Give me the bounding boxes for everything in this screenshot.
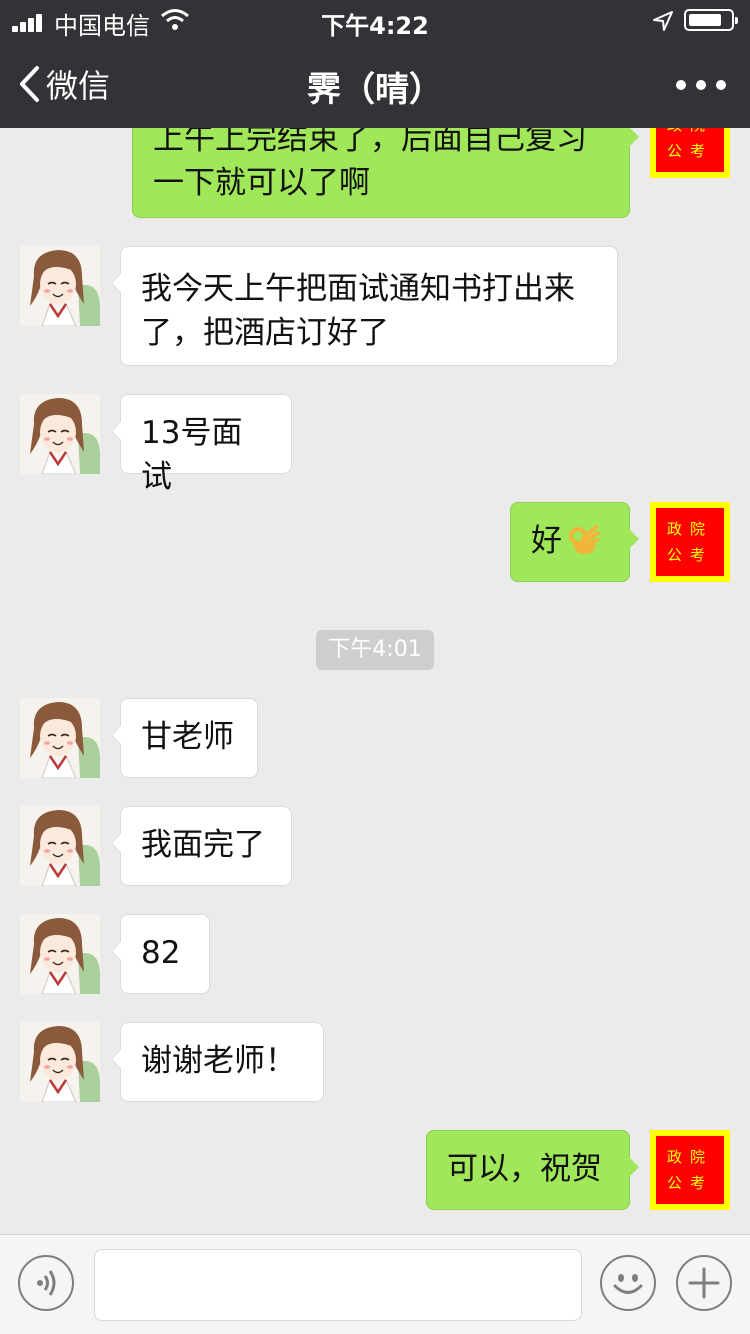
- message-text: 好: [531, 523, 562, 559]
- contact-avatar[interactable]: [20, 246, 100, 326]
- chat-title: 霁（晴）: [307, 70, 443, 110]
- contact-avatar[interactable]: [20, 394, 100, 474]
- voice-icon: [37, 1270, 56, 1296]
- self-avatar[interactable]: 政院 公考: [650, 1130, 730, 1210]
- message-bubble-sent[interactable]: 好: [510, 502, 639, 582]
- message-bubble-received[interactable]: 我面完了: [111, 806, 292, 886]
- timestamp-label: 下午4:01: [316, 630, 434, 670]
- message-text: 谢谢老师！: [141, 1043, 296, 1079]
- contact-avatar[interactable]: [20, 806, 100, 886]
- chat-area[interactable]: 上午上完结束了，后面自己复习一下就可以了啊 政院 公考 我今天上午把面试通知书打…: [0, 128, 750, 1234]
- plus-button[interactable]: [676, 1255, 732, 1311]
- top-bar: 中国电信 下午4:22 微信 霁（晴）: [0, 0, 750, 128]
- contact-avatar[interactable]: [20, 914, 100, 994]
- contact-avatar[interactable]: [20, 698, 100, 778]
- contact-avatar[interactable]: [20, 1022, 100, 1102]
- message-text: 上午上完结束了，后面自己复习一下就可以了啊: [153, 128, 587, 201]
- input-bar: [0, 1234, 750, 1334]
- self-avatar[interactable]: 政院 公考: [650, 128, 730, 178]
- message-bubble-sent[interactable]: 上午上完结束了，后面自己复习一下就可以了啊: [132, 128, 639, 218]
- message-bubble-received[interactable]: 谢谢老师！: [111, 1022, 324, 1102]
- status-time: 下午4:22: [321, 12, 429, 40]
- message-bubble-received[interactable]: 13号面试: [111, 394, 292, 495]
- message-text: 可以，祝贺: [447, 1151, 602, 1187]
- location-arrow-icon: [653, 11, 673, 31]
- ok-hand-icon: [569, 525, 600, 554]
- self-avatar[interactable]: 政院 公考: [650, 502, 730, 582]
- message-bubble-received[interactable]: 我今天上午把面试通知书打出来了，把酒店订好了: [111, 246, 618, 366]
- smiley-icon: [613, 1274, 643, 1294]
- message-bubble-received[interactable]: 82: [111, 914, 210, 994]
- plus-icon: [688, 1267, 720, 1299]
- message-text: 13号面试: [141, 415, 243, 495]
- message-text: 甘老师: [141, 719, 234, 755]
- more-button[interactable]: [676, 80, 726, 90]
- message-text: 82: [141, 935, 181, 971]
- message-bubble-received[interactable]: 甘老师: [111, 698, 258, 778]
- battery-icon: [684, 9, 738, 31]
- status-bar: 中国电信 下午4:22: [0, 0, 750, 40]
- more-dots-icon: [676, 80, 686, 90]
- message-text: 我面完了: [141, 827, 265, 863]
- message-input[interactable]: [94, 1249, 582, 1321]
- message-bubble-sent[interactable]: 可以，祝贺: [426, 1130, 639, 1210]
- message-text: 我今天上午把面试通知书打出来了，把酒店订好了: [141, 271, 575, 351]
- emoji-button[interactable]: [600, 1255, 656, 1311]
- voice-button[interactable]: [18, 1255, 74, 1311]
- nav-bar: 微信 霁（晴）: [0, 40, 750, 128]
